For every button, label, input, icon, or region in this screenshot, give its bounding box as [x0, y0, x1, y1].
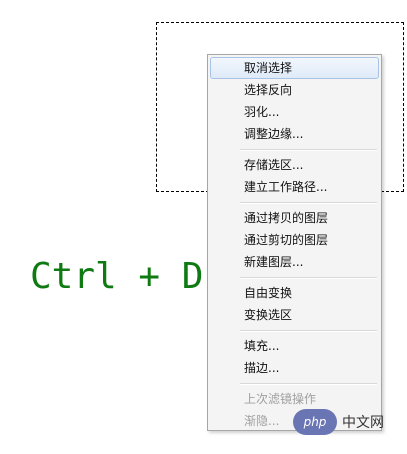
- menu-item-7[interactable]: 通过拷贝的图层: [210, 207, 379, 229]
- context-menu: 取消选择 选择反向 羽化... 调整边缘... 存储选区... 建立工作路径... 通过拷贝…: [207, 54, 382, 431]
- php-logo: php: [293, 409, 337, 435]
- menu-item-9[interactable]: 新建图层...: [210, 251, 379, 273]
- menu-item-1[interactable]: 取消选择: [210, 57, 379, 79]
- context-menu-list: 取消选择 选择反向 羽化... 调整边缘... 存储选区... 建立工作路径... 通过拷贝…: [210, 57, 379, 428]
- menu-item-2[interactable]: 选择反向: [210, 79, 379, 101]
- menu-separator: [210, 145, 379, 154]
- menu-separator: [210, 198, 379, 207]
- menu-item-8[interactable]: 通过剪切的图层: [210, 229, 379, 251]
- menu-separator: [210, 326, 379, 335]
- menu-item-5[interactable]: 存储选区...: [210, 154, 379, 176]
- menu-item-13[interactable]: 描边...: [210, 357, 379, 379]
- menu-item-14: 上次滤镜操作: [244, 392, 317, 406]
- menu-item-3[interactable]: 羽化...: [210, 101, 379, 123]
- menu-item-12[interactable]: 填充...: [210, 335, 379, 357]
- menu-item-10[interactable]: 自由变换: [210, 282, 379, 304]
- hotkey-label: Ctrl + D: [30, 256, 204, 297]
- menu-separator: [210, 273, 379, 282]
- menu-item-4[interactable]: 调整边缘...: [210, 123, 379, 145]
- watermark-site-text: 中文网: [342, 415, 384, 431]
- menu-separator: [210, 379, 379, 388]
- menu-item-11[interactable]: 变换选区: [210, 304, 379, 326]
- menu-item-6[interactable]: 建立工作路径...: [210, 176, 379, 198]
- watermark: php 中文网: [293, 409, 405, 435]
